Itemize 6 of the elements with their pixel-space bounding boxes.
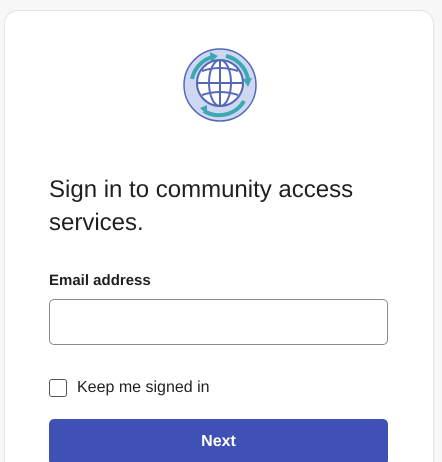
sign-in-heading: Sign in to community access services. xyxy=(49,175,354,238)
email-input-field[interactable] xyxy=(49,299,388,345)
keep-signed-in-label: Keep me signed in xyxy=(77,379,210,397)
email-label: Email address xyxy=(49,272,152,289)
next-button[interactable]: Next xyxy=(49,419,388,462)
keep-signed-in-checkbox[interactable] xyxy=(49,379,67,397)
